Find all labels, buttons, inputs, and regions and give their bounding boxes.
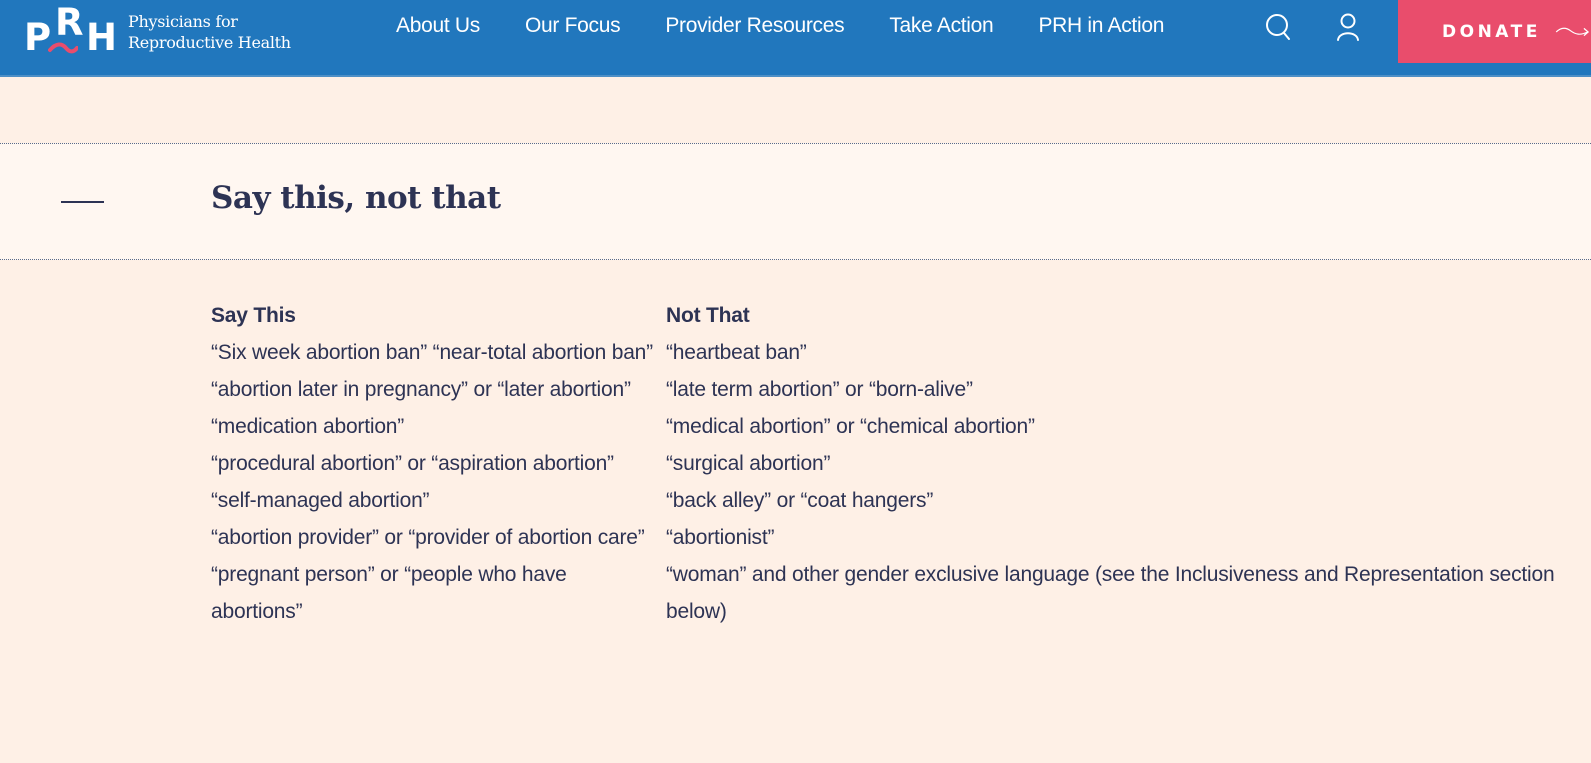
nav-our-focus[interactable]: Our Focus <box>525 14 621 38</box>
table-row: “pregnant person” or “people who have ab… <box>211 556 1566 630</box>
say-this-cell: “procedural abortion” or “aspiration abo… <box>211 452 614 475</box>
table-row: “medication abortion” “medical abortion”… <box>211 408 1566 445</box>
table-row: “procedural abortion” or “aspiration abo… <box>211 445 1566 482</box>
not-that-cell: “heartbeat ban” <box>666 341 807 364</box>
say-this-cell: “pregnant person” or “people who have ab… <box>211 563 567 623</box>
say-this-cell: “abortion later in pregnancy” or “later … <box>211 378 631 401</box>
minus-icon[interactable] <box>61 201 104 203</box>
table-header-row: Say This Not That <box>211 297 1566 334</box>
not-that-cell: “medical abortion” or “chemical abortion… <box>666 415 1035 438</box>
say-this-cell: “abortion provider” or “provider of abor… <box>211 526 645 549</box>
say-this-cell: “medication abortion” <box>211 415 405 438</box>
account-button[interactable] <box>1333 12 1363 42</box>
not-that-cell: “abortionist” <box>666 526 775 549</box>
search-button[interactable] <box>1264 12 1294 42</box>
accordion-say-this-not-that[interactable]: Say this, not that <box>0 143 1591 260</box>
say-this-not-that-table: Say This Not That “Six week abortion ban… <box>211 297 1566 630</box>
table-row: “abortion provider” or “provider of abor… <box>211 519 1566 556</box>
nav-provider-resources[interactable]: Provider Resources <box>665 14 844 38</box>
nav-about-us[interactable]: About Us <box>396 14 480 38</box>
user-icon <box>1337 13 1359 41</box>
not-that-cell: “surgical abortion” <box>666 452 831 475</box>
nav-prh-in-action[interactable]: PRH in Action <box>1038 14 1164 38</box>
say-this-cell: “self-managed abortion” <box>211 489 430 512</box>
table-row: “abortion later in pregnancy” or “later … <box>211 371 1566 408</box>
logo-line-1: Physicians for <box>128 12 238 31</box>
header-not-that: Not That <box>666 304 750 327</box>
logo-text: Physicians for Reproductive Health <box>128 11 291 53</box>
not-that-cell: “late term abortion” or “born-alive” <box>666 378 973 401</box>
wave-arrow-icon <box>1555 27 1589 36</box>
search-icon <box>1266 14 1290 40</box>
main-nav: About Us Our Focus Provider Resources Ta… <box>396 14 1209 38</box>
logo-letter-h: H <box>86 16 117 59</box>
header-say-this: Say This <box>211 304 296 327</box>
logo-letter-r: R <box>55 1 84 44</box>
logo-line-2: Reproductive Health <box>128 33 291 52</box>
not-that-cell: “woman” and other gender exclusive langu… <box>666 563 1555 623</box>
donate-label: DONATE <box>1442 21 1541 42</box>
donate-button[interactable]: DONATE <box>1398 0 1591 63</box>
table-row: “Six week abortion ban” “near-total abor… <box>211 334 1566 371</box>
logo-wave-icon <box>48 42 78 54</box>
nav-take-action[interactable]: Take Action <box>889 14 993 38</box>
table-row: “self-managed abortion” “back alley” or … <box>211 482 1566 519</box>
logo-mark: P R H <box>24 1 117 60</box>
site-header: P R H Physicians for Reproductive Health… <box>0 0 1591 77</box>
not-that-cell: “back alley” or “coat hangers” <box>666 489 934 512</box>
section-title: Say this, not that <box>211 180 501 216</box>
prh-logo[interactable]: P R H Physicians for Reproductive Health <box>24 2 291 62</box>
say-this-cell: “Six week abortion ban” “near-total abor… <box>211 341 653 364</box>
